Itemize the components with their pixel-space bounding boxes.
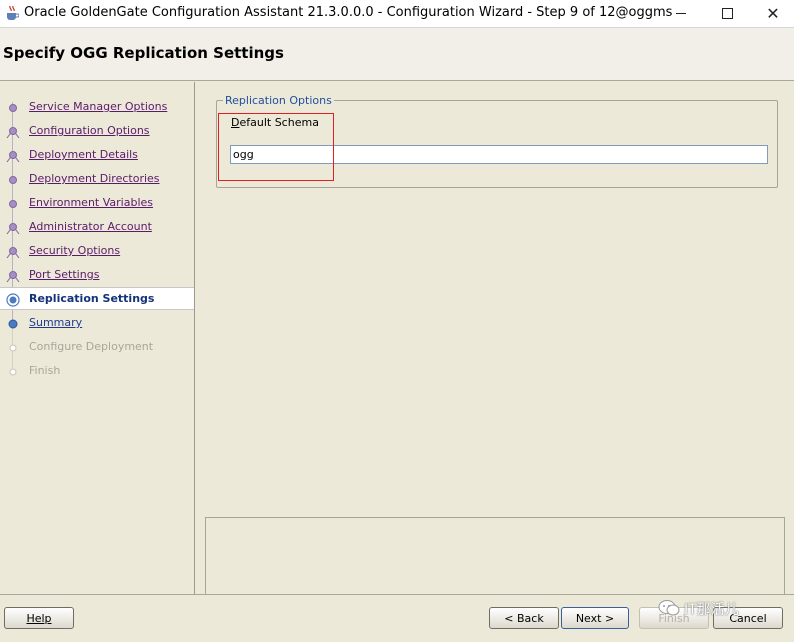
step-port-settings[interactable]: Port Settings bbox=[0, 264, 194, 286]
step-done-icon bbox=[6, 151, 20, 163]
step-next-icon bbox=[8, 319, 18, 329]
step-summary[interactable]: Summary bbox=[0, 312, 194, 334]
next-button[interactable]: Next > bbox=[561, 607, 629, 629]
help-button[interactable]: Help bbox=[4, 607, 74, 629]
step-pending-icon bbox=[9, 368, 17, 376]
highlight-annotation-box bbox=[218, 113, 334, 181]
maximize-icon bbox=[721, 8, 733, 19]
step-label: Configure Deployment bbox=[29, 340, 154, 353]
coffee-cup-icon bbox=[7, 5, 19, 20]
step-done-icon bbox=[9, 104, 17, 112]
step-service-manager-options[interactable]: Service Manager Options bbox=[0, 96, 194, 118]
step-label[interactable]: Deployment Directories bbox=[29, 172, 160, 185]
close-button[interactable]: ✕ bbox=[750, 0, 794, 27]
window-title: Oracle GoldenGate Configuration Assistan… bbox=[24, 5, 673, 20]
step-label[interactable]: Administrator Account bbox=[29, 220, 152, 233]
step-done-icon bbox=[9, 176, 17, 184]
step-label[interactable]: Security Options bbox=[29, 244, 120, 257]
help-button-label: Help bbox=[26, 611, 52, 625]
step-pending-icon bbox=[9, 344, 17, 352]
step-done-icon bbox=[6, 247, 20, 259]
wechat-icon bbox=[658, 600, 680, 616]
page-title: Specify OGG Replication Settings bbox=[3, 44, 284, 62]
step-label[interactable]: Summary bbox=[29, 316, 82, 329]
step-label[interactable]: Configuration Options bbox=[29, 124, 150, 137]
step-administrator-account[interactable]: Administrator Account bbox=[0, 216, 194, 238]
watermark-text: IT那活儿 bbox=[684, 602, 739, 618]
step-deployment-directories[interactable]: Deployment Directories bbox=[0, 168, 194, 190]
step-current-icon bbox=[6, 293, 20, 307]
step-label[interactable]: Deployment Details bbox=[29, 148, 138, 161]
back-button[interactable]: < Back bbox=[489, 607, 559, 629]
back-button-label: < Back bbox=[504, 611, 544, 625]
step-done-icon bbox=[6, 223, 20, 235]
message-area bbox=[205, 517, 785, 595]
window-titlebar: Oracle GoldenGate Configuration Assistan… bbox=[0, 0, 794, 28]
minimize-button[interactable] bbox=[658, 0, 704, 27]
replication-options-title: Replication Options bbox=[223, 94, 334, 107]
step-done-icon bbox=[9, 200, 17, 208]
step-environment-variables[interactable]: Environment Variables bbox=[0, 192, 194, 214]
close-icon: ✕ bbox=[766, 3, 780, 23]
step-deployment-details[interactable]: Deployment Details bbox=[0, 144, 194, 166]
step-label: Replication Settings bbox=[29, 292, 155, 305]
step-label[interactable]: Environment Variables bbox=[29, 196, 153, 209]
watermark: IT那活儿 bbox=[658, 597, 788, 621]
step-label: Finish bbox=[29, 364, 61, 377]
step-label[interactable]: Service Manager Options bbox=[29, 100, 167, 113]
step-configure-deployment: Configure Deployment bbox=[0, 336, 194, 358]
step-replication-settings[interactable]: Replication Settings bbox=[0, 287, 194, 310]
wizard-steps-nav: Service Manager Options Configuration Op… bbox=[0, 82, 195, 594]
step-security-options[interactable]: Security Options bbox=[0, 240, 194, 262]
step-finish: Finish bbox=[0, 360, 194, 382]
step-done-icon bbox=[6, 271, 20, 283]
maximize-button[interactable] bbox=[704, 0, 750, 27]
step-done-icon bbox=[6, 127, 20, 139]
step-configuration-options[interactable]: Configuration Options bbox=[0, 120, 194, 142]
next-button-label: Next > bbox=[575, 611, 615, 625]
minimize-icon bbox=[676, 13, 686, 14]
page-header: Specify OGG Replication Settings bbox=[0, 28, 794, 81]
step-label[interactable]: Port Settings bbox=[29, 268, 99, 281]
